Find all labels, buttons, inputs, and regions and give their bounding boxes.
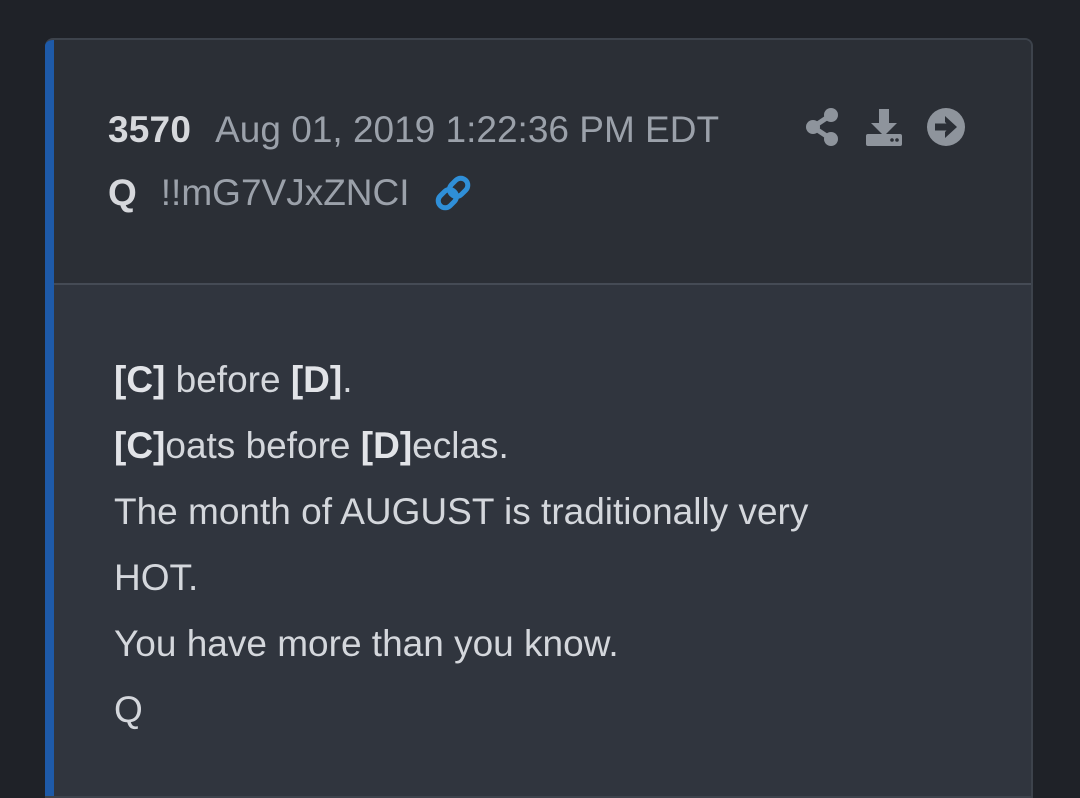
post-text: [C] before [D]. [C]oats before [D]eclas.… (114, 347, 934, 743)
post-line-4: HOT. (114, 557, 199, 598)
post-actions (803, 107, 966, 152)
post-author: Q !!mG7VJxZNCI (108, 170, 474, 216)
arrow-right-circle-icon (926, 107, 966, 152)
post-meta: 3570 Aug 01, 2019 1:22:36 PM EDT (108, 106, 719, 154)
post-line-6: Q (114, 689, 143, 730)
post-accent-bar (45, 40, 54, 796)
post-line-2: [C]oats before [D]eclas. (114, 425, 509, 466)
share-icon (804, 107, 840, 152)
next-post-button[interactable] (926, 107, 966, 152)
post-line-3: The month of AUGUST is traditionally ver… (114, 491, 809, 532)
author-name: Q (108, 172, 137, 213)
post-body: [C] before [D]. [C]oats before [D]eclas.… (54, 285, 1031, 796)
link-icon[interactable] (432, 172, 474, 214)
post-line-5: You have more than you know. (114, 623, 619, 664)
post-line-1: [C] before [D]. (114, 359, 353, 400)
download-icon (865, 107, 903, 152)
author-tripcode: !!mG7VJxZNCI (160, 172, 410, 213)
post-date: Aug 01, 2019 1:22:36 PM EDT (215, 109, 720, 150)
post-card: 3570 Aug 01, 2019 1:22:36 PM EDT Q !!mG7… (45, 38, 1033, 798)
post-header: 3570 Aug 01, 2019 1:22:36 PM EDT Q !!mG7… (54, 40, 1031, 285)
post-number: 3570 (108, 109, 192, 150)
share-button[interactable] (803, 107, 841, 152)
download-button[interactable] (865, 108, 903, 150)
